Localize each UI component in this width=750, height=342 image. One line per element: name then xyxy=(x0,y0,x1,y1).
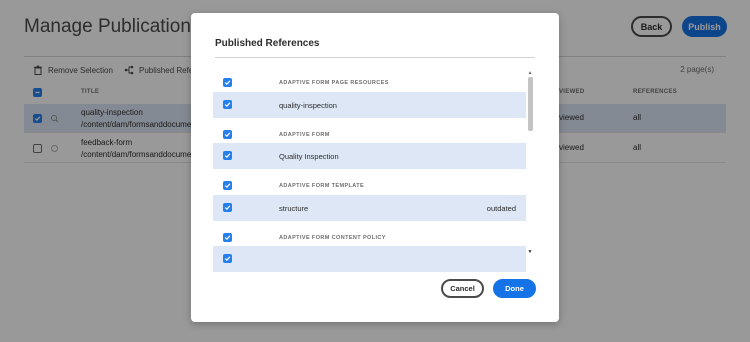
checkmark-icon xyxy=(224,102,231,108)
group-checkbox[interactable] xyxy=(223,233,232,242)
checkmark-icon xyxy=(224,132,231,138)
published-references-dialog: Published References ADAPTIVE FORM PAGE … xyxy=(191,13,559,322)
group-label: ADAPTIVE FORM TEMPLATE xyxy=(279,183,365,189)
group-checkbox[interactable] xyxy=(223,181,232,190)
checkmark-icon xyxy=(224,80,231,86)
group-label: ADAPTIVE FORM xyxy=(279,132,330,138)
item-status: outdated xyxy=(486,204,516,213)
checkmark-icon xyxy=(224,256,231,262)
scroll-down-arrow-icon[interactable]: ▼ xyxy=(527,249,533,255)
item-checkbox[interactable] xyxy=(223,254,232,263)
item-label: quality-inspection xyxy=(279,101,337,110)
group-label: ADAPTIVE FORM CONTENT POLICY xyxy=(279,235,386,241)
list-item[interactable]: quality-inspection xyxy=(213,92,526,118)
dialog-divider xyxy=(215,57,535,58)
group-checkbox[interactable] xyxy=(223,130,232,139)
checkmark-icon xyxy=(224,205,231,211)
list-item[interactable]: structure outdated xyxy=(213,195,526,221)
item-checkbox[interactable] xyxy=(223,100,232,109)
done-button[interactable]: Done xyxy=(493,279,536,298)
group-label: ADAPTIVE FORM PAGE RESOURCES xyxy=(279,80,389,86)
checkmark-icon xyxy=(224,153,231,159)
item-checkbox[interactable] xyxy=(223,203,232,212)
scrollbar-thumb[interactable] xyxy=(528,77,533,131)
scroll-up-arrow-icon[interactable]: ▲ xyxy=(527,70,533,76)
checkmark-icon xyxy=(224,183,231,189)
list-item[interactable]: Quality Inspection xyxy=(213,143,526,169)
references-list[interactable]: ADAPTIVE FORM PAGE RESOURCES quality-ins… xyxy=(213,70,526,273)
item-label: structure xyxy=(279,204,309,213)
dialog-title: Published References xyxy=(215,38,320,49)
item-checkbox[interactable] xyxy=(223,151,232,160)
list-item[interactable] xyxy=(213,246,526,272)
checkmark-icon xyxy=(224,235,231,241)
item-label: Quality Inspection xyxy=(279,152,339,161)
cancel-button[interactable]: Cancel xyxy=(441,279,484,298)
group-checkbox[interactable] xyxy=(223,78,232,87)
